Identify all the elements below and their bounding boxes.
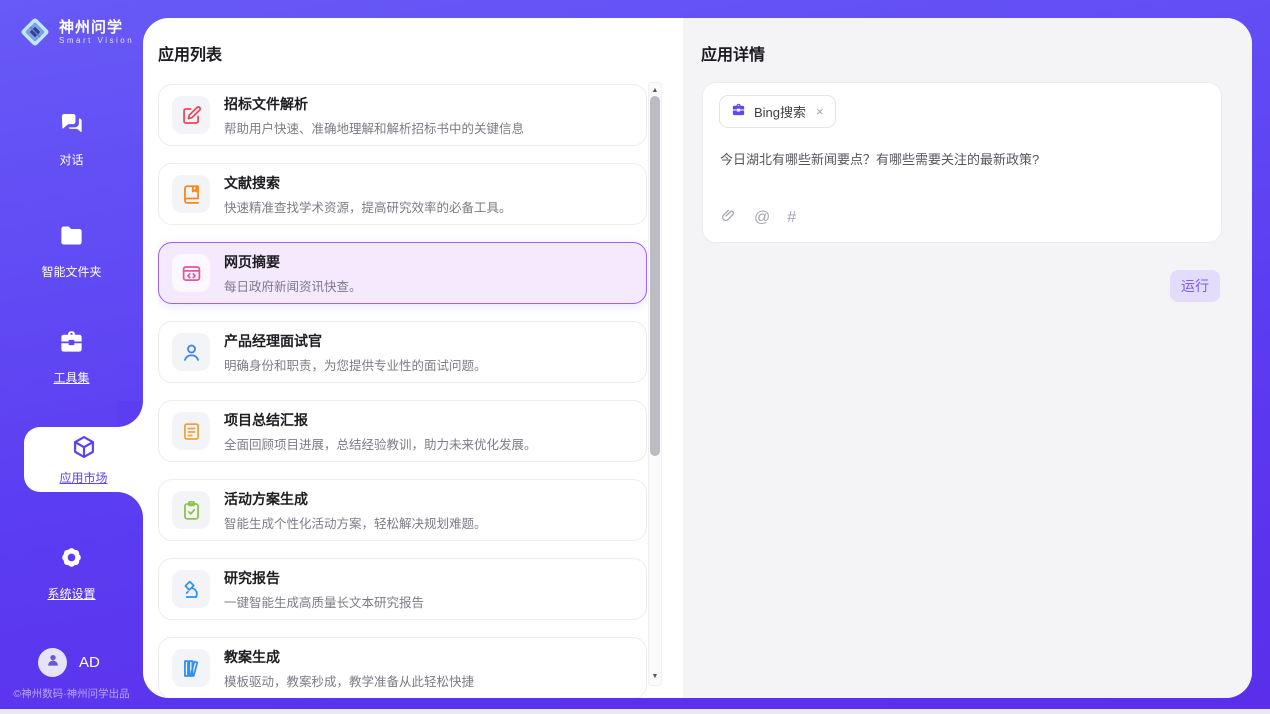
user-account[interactable]: AD (38, 648, 100, 677)
avatar (38, 648, 67, 677)
app-card-title: 活动方案生成 (224, 489, 487, 509)
input-toolbar: @ # (720, 207, 796, 229)
sidebar-item-label: 系统设置 (47, 585, 95, 602)
sidebar-item-chat[interactable]: 对话 (0, 110, 143, 168)
app-detail-title: 应用详情 (701, 41, 765, 65)
copyright-text: ©神州数码·神州问学出品 (0, 686, 143, 701)
app-card-literature-search[interactable]: 文献搜索 快速精准查找学术资源，提高研究效率的必备工具。 (158, 163, 647, 225)
app-card-project-summary[interactable]: 项目总结汇报 全面回顾项目进展，总结经验教训，助力未来优化发展。 (158, 400, 647, 462)
app-card-event-plan[interactable]: 活动方案生成 智能生成个性化活动方案，轻松解决规划难题。 (158, 479, 647, 541)
scrollbar[interactable]: ▲ ▼ (648, 82, 662, 686)
prompt-card: Bing搜索 × 今日湖北有哪些新闻要点？有哪些需要关注的最新政策? @ # (702, 82, 1222, 243)
sidebar: 神州问学 Smart Vision 对话 智能文件夹 工具集 应用市场 系统设置 (0, 0, 143, 709)
user-initials: AD (79, 654, 100, 671)
browser-code-icon (172, 254, 210, 292)
app-detail-panel: 应用详情 Bing搜索 × 今日湖北有哪些新闻要点？有哪些需要关注的最新政策? … (683, 18, 1252, 698)
app-card-list: 招标文件解析 帮助用户快速、准确地理解和解析招标书中的关键信息 文献搜索 快速精… (158, 84, 647, 698)
diamond-logo-icon (18, 15, 52, 49)
sidebar-item-label: 对话 (59, 151, 83, 168)
sidebar-item-label: 应用市场 (59, 469, 107, 486)
app-card-description: 明确身份和职责，为您提供专业性的面试问题。 (224, 355, 487, 374)
app-card-description: 快速精准查找学术资源，提高研究效率的必备工具。 (224, 197, 512, 216)
app-card-research-report[interactable]: 研究报告 一键智能生成高质量长文本研究报告 (158, 558, 647, 620)
main-content: 应用列表 招标文件解析 帮助用户快速、准确地理解和解析招标书中的关键信息 文献搜… (143, 18, 1252, 698)
sidebar-item-label: 工具集 (53, 369, 89, 386)
query-text-input[interactable]: 今日湖北有哪些新闻要点？有哪些需要关注的最新政策? (720, 149, 1200, 168)
app-card-title: 项目总结汇报 (224, 410, 537, 430)
chat-icon (58, 110, 85, 142)
book-icon (172, 175, 210, 213)
gear-icon (58, 544, 85, 576)
folder-icon (58, 222, 85, 254)
app-card-description: 每日政府新闻资讯快查。 (224, 276, 362, 295)
app-window: 神州问学 Smart Vision 对话 智能文件夹 工具集 应用市场 系统设置 (0, 0, 1270, 714)
tool-tag-bing-search[interactable]: Bing搜索 × (719, 95, 836, 128)
app-card-description: 模板驱动，教案秒成，教学准备从此轻松快捷 (224, 671, 474, 690)
app-card-title: 网页摘要 (224, 252, 362, 272)
clipboard-check-icon (172, 491, 210, 529)
active-tab-curve-top (117, 401, 143, 427)
sidebar-item-app-market[interactable]: 应用市场 (24, 427, 143, 492)
app-card-pm-interviewer[interactable]: 产品经理面试官 明确身份和职责，为您提供专业性的面试问题。 (158, 321, 647, 383)
hash-tag-icon[interactable]: # (787, 209, 796, 227)
app-list-panel: 应用列表 招标文件解析 帮助用户快速、准确地理解和解析招标书中的关键信息 文献搜… (143, 18, 683, 698)
cube-icon (71, 434, 97, 465)
tool-tag-label: Bing搜索 (754, 102, 806, 121)
app-card-title: 招标文件解析 (224, 94, 524, 114)
sidebar-item-label: 智能文件夹 (41, 263, 101, 280)
paperclip-icon[interactable] (720, 207, 737, 229)
app-list-title: 应用列表 (158, 41, 222, 65)
interviewer-icon (172, 333, 210, 371)
brand-logo: 神州问学 Smart Vision (18, 15, 134, 49)
person-icon (45, 652, 61, 673)
microscope-icon (172, 570, 210, 608)
app-card-description: 一键智能生成高质量长文本研究报告 (224, 592, 424, 611)
brand-text: 神州问学 Smart Vision (59, 19, 134, 45)
page-bottom-edge (0, 709, 1270, 714)
app-card-lesson-plan[interactable]: 教案生成 模板驱动，教案秒成，教学准备从此轻松快捷 (158, 637, 647, 698)
app-card-bid-document-parsing[interactable]: 招标文件解析 帮助用户快速、准确地理解和解析招标书中的关键信息 (158, 84, 647, 146)
app-card-title: 文献搜索 (224, 173, 512, 193)
app-card-title: 研究报告 (224, 568, 424, 588)
brand-name: 神州问学 (59, 19, 134, 36)
edit-document-icon (172, 96, 210, 134)
close-icon[interactable]: × (814, 105, 824, 118)
app-card-description: 帮助用户快速、准确地理解和解析招标书中的关键信息 (224, 118, 524, 137)
sidebar-item-toolset[interactable]: 工具集 (0, 328, 143, 386)
toolbox-icon (58, 328, 85, 360)
app-card-web-summary-selected[interactable]: 网页摘要 每日政府新闻资讯快查。 (158, 242, 647, 304)
books-icon (172, 649, 210, 687)
report-note-icon (172, 412, 210, 450)
brand-tagline: Smart Vision (59, 36, 134, 45)
active-tab-curve-bottom (117, 492, 143, 518)
app-card-description: 全面回顾项目进展，总结经验教训，助力未来优化发展。 (224, 434, 537, 453)
sidebar-item-smart-folders[interactable]: 智能文件夹 (0, 222, 143, 280)
sidebar-item-settings[interactable]: 系统设置 (0, 544, 143, 602)
run-button[interactable]: 运行 (1170, 270, 1220, 302)
scroll-down-button[interactable]: ▼ (649, 671, 661, 683)
app-card-title: 教案生成 (224, 647, 474, 667)
briefcase-icon (731, 102, 746, 122)
app-card-description: 智能生成个性化活动方案，轻松解决规划难题。 (224, 513, 487, 532)
scroll-thumb[interactable] (650, 96, 660, 456)
at-mention-icon[interactable]: @ (754, 209, 770, 227)
app-card-title: 产品经理面试官 (224, 331, 487, 351)
